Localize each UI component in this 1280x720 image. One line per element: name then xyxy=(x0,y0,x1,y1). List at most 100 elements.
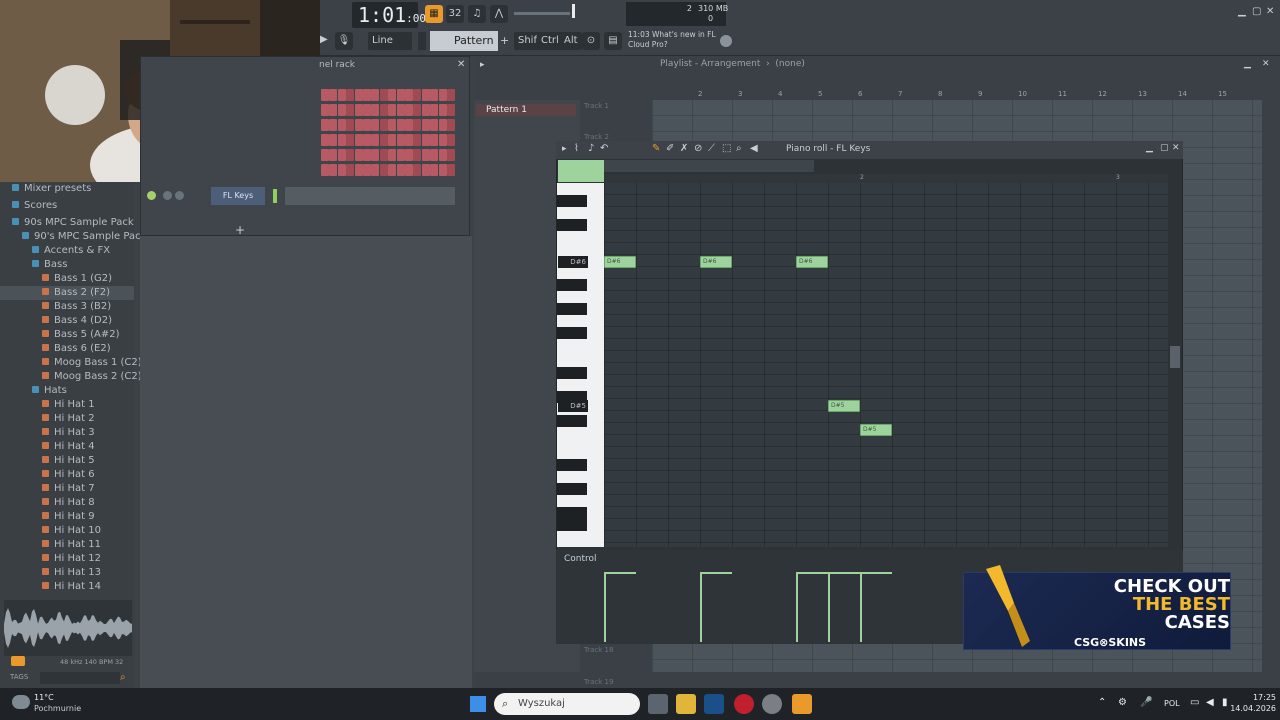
microphone-icon[interactable]: 🎙 xyxy=(335,32,353,50)
pattern-song-toggle[interactable]: ▦ xyxy=(425,5,443,23)
pattern-selector[interactable]: Pattern 1 xyxy=(430,31,498,67)
browser-scores[interactable]: Scores xyxy=(0,199,134,213)
step-button[interactable] xyxy=(421,134,430,146)
step-button[interactable] xyxy=(396,104,405,116)
step-button[interactable] xyxy=(371,119,380,131)
step-button[interactable] xyxy=(447,89,455,101)
volume-icon[interactable]: ◀ xyxy=(1206,697,1214,708)
opera-icon[interactable] xyxy=(734,694,754,714)
step-button[interactable] xyxy=(346,89,355,101)
browser-folder[interactable]: Hats xyxy=(0,384,134,398)
step-button[interactable] xyxy=(405,134,413,146)
step-button[interactable] xyxy=(363,89,371,101)
step-button[interactable] xyxy=(438,164,447,176)
browser-file[interactable]: Bass 5 (A#2) xyxy=(0,328,134,342)
step-button[interactable] xyxy=(363,134,371,146)
step-button[interactable] xyxy=(388,164,397,176)
step-button[interactable] xyxy=(447,119,455,131)
black-key[interactable] xyxy=(557,415,587,427)
black-key[interactable] xyxy=(557,279,587,291)
step-button[interactable] xyxy=(413,119,422,131)
step-button[interactable] xyxy=(405,104,413,116)
tray-chevron-icon[interactable]: ⌃ xyxy=(1098,697,1106,708)
browser-file[interactable]: Hi Hat 10 xyxy=(0,524,134,538)
step-button[interactable] xyxy=(346,149,355,161)
browser-file[interactable]: Hi Hat 1 xyxy=(0,398,134,412)
step-button[interactable] xyxy=(346,134,355,146)
step-button[interactable] xyxy=(405,119,413,131)
cart-icon[interactable]: ▤ xyxy=(604,32,622,50)
step-button[interactable] xyxy=(337,164,346,176)
step-button[interactable] xyxy=(438,119,447,131)
song-position-display[interactable]: 1:01:00 xyxy=(352,2,426,28)
step-button[interactable] xyxy=(363,104,371,116)
step-button[interactable] xyxy=(354,89,363,101)
step-button[interactable] xyxy=(329,119,338,131)
browser-file[interactable]: Hi Hat 14 xyxy=(0,580,134,594)
channel-volume-knob[interactable] xyxy=(175,191,184,200)
piano-roll-ruler[interactable]: 2 3 xyxy=(604,174,1168,183)
channel-select-led[interactable] xyxy=(273,189,277,203)
step-button[interactable] xyxy=(430,149,439,161)
piano-roll-close-icon[interactable]: ✕ xyxy=(1172,143,1180,153)
step-button[interactable] xyxy=(430,164,439,176)
step-button[interactable] xyxy=(388,134,397,146)
step-button[interactable] xyxy=(430,89,439,101)
weather-icon[interactable] xyxy=(12,695,30,709)
step-button[interactable] xyxy=(329,134,338,146)
black-key[interactable] xyxy=(557,195,587,207)
step-button[interactable] xyxy=(438,104,447,116)
close-icon[interactable]: ✕ xyxy=(1266,6,1274,17)
brush-icon[interactable]: ✐ xyxy=(666,143,674,154)
step-button[interactable] xyxy=(396,149,405,161)
note[interactable]: D#5 xyxy=(860,424,892,436)
step-button[interactable] xyxy=(337,89,346,101)
browser-file[interactable]: Hi Hat 8 xyxy=(0,496,134,510)
slice-icon[interactable]: ⟋ xyxy=(708,143,715,154)
pencil-icon[interactable]: ✎ xyxy=(652,143,660,154)
mute-icon[interactable]: ⊘ xyxy=(694,143,702,154)
arrangement-name[interactable]: (none) xyxy=(775,59,804,69)
step-button[interactable] xyxy=(430,119,439,131)
step-button[interactable] xyxy=(421,164,430,176)
typing-keyboard-icon[interactable]: ⊙ xyxy=(582,32,600,50)
browser-file[interactable]: Hi Hat 5 xyxy=(0,454,134,468)
browser-folder[interactable]: Bass xyxy=(0,258,134,272)
browser-file[interactable]: Moog Bass 2 (C2) xyxy=(0,370,142,384)
step-button[interactable] xyxy=(405,164,413,176)
black-key[interactable] xyxy=(557,303,587,315)
track-label[interactable]: Track 2 xyxy=(584,133,609,141)
tray-app-icon[interactable]: ⚙ xyxy=(1118,697,1127,708)
step-button[interactable] xyxy=(421,89,430,101)
step-button[interactable] xyxy=(413,134,422,146)
black-key[interactable] xyxy=(557,219,587,231)
browser-file[interactable]: Hi Hat 12 xyxy=(0,552,134,566)
step-button[interactable] xyxy=(354,164,363,176)
note[interactable]: D#6 xyxy=(796,256,828,268)
step-button[interactable] xyxy=(421,119,430,131)
step-button[interactable] xyxy=(430,134,439,146)
note[interactable]: D#5 xyxy=(828,400,860,412)
track-label[interactable]: Track 18 xyxy=(584,646,613,654)
piano-keyboard[interactable] xyxy=(557,183,604,547)
step-button[interactable] xyxy=(388,119,397,131)
step-button[interactable] xyxy=(413,149,422,161)
control-label[interactable]: Control xyxy=(564,554,597,564)
minimize-icon[interactable]: ▁ xyxy=(1238,6,1246,17)
step-button[interactable] xyxy=(363,164,371,176)
piano-roll-maximize-icon[interactable]: ▢ xyxy=(1160,143,1169,153)
language-indicator[interactable]: POL xyxy=(1164,699,1180,708)
browser-folder[interactable]: 90s MPC Sample Pack xyxy=(0,216,134,230)
browser-file[interactable]: Bass 2 (F2) xyxy=(0,286,134,300)
channel-rack-close-icon[interactable]: ✕ xyxy=(457,59,465,70)
master-pitch-handle[interactable] xyxy=(572,4,575,18)
zoom-icon[interactable]: ⌕ xyxy=(736,143,742,154)
step-button[interactable] xyxy=(329,104,338,116)
undo-icon[interactable]: ↶ xyxy=(600,143,608,154)
step-button[interactable] xyxy=(379,89,388,101)
playlist-minimize-icon[interactable]: ▁ xyxy=(1244,59,1251,69)
step-button[interactable] xyxy=(321,164,329,176)
browser-file[interactable]: Bass 6 (E2) xyxy=(0,342,134,356)
fl-studio-icon[interactable] xyxy=(792,694,812,714)
velocity-bar[interactable] xyxy=(700,572,702,642)
